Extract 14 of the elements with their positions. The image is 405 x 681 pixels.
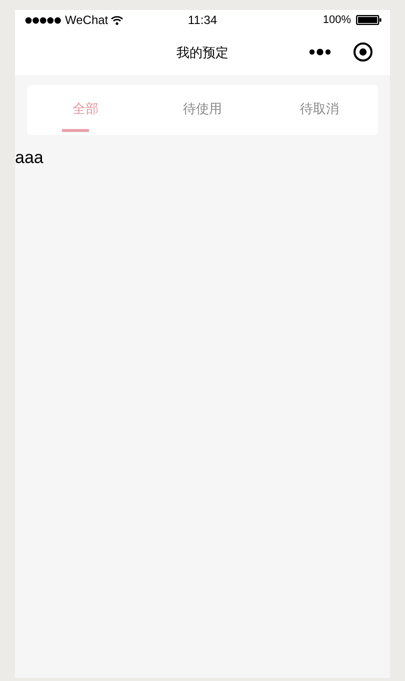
- carrier-name: WeChat: [65, 13, 108, 27]
- tab[interactable]: 待使用: [183, 100, 222, 118]
- close-target-icon[interactable]: [353, 42, 373, 62]
- tab-underline: [62, 129, 89, 132]
- battery-icon: [356, 15, 382, 25]
- battery-percent: 100%: [322, 14, 351, 26]
- content-text: aaa: [15, 148, 44, 168]
- tab[interactable]: 全部: [72, 100, 98, 118]
- status-time: 11:34: [188, 13, 218, 27]
- more-icon[interactable]: [309, 48, 331, 56]
- wifi-icon: [111, 16, 124, 24]
- signal-icon: [25, 16, 62, 24]
- tab[interactable]: 待取消: [300, 100, 339, 118]
- page-title: 我的预定: [176, 44, 228, 62]
